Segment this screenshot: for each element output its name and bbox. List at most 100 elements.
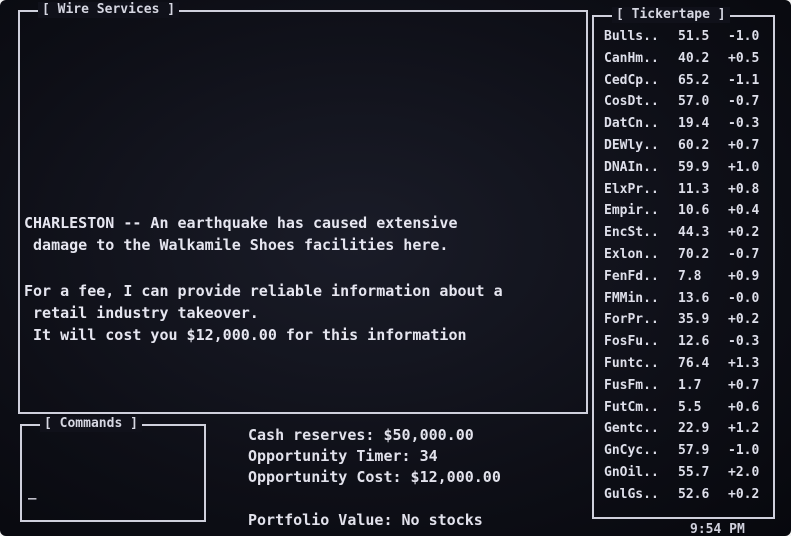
- ticker-symbol: Funtc..: [604, 356, 659, 371]
- ticker-change: +0.7: [728, 377, 760, 393]
- ticker-symbol: Bulls..: [604, 29, 659, 44]
- ticker-symbol: GnOil..: [604, 465, 659, 480]
- ticker-change: +2.0: [728, 465, 760, 480]
- ticker-row: DNAIn.. 59.9 +1.0: [604, 158, 774, 178]
- ticker-row: CedCp.. 65.2 -1.1: [604, 71, 774, 91]
- terminal-screen: [ Wire Services ] CHARLESTON -- An earth…: [0, 0, 791, 536]
- ticker-row: Bulls.. 51.5 -1.0: [604, 27, 774, 47]
- ticker-price: 51.5: [678, 29, 710, 44]
- ticker-price: 60.2: [678, 138, 710, 153]
- ticker-symbol: GulGs..: [604, 486, 659, 502]
- ticker-price: 44.3: [678, 225, 710, 241]
- ticker-change: -0.7: [728, 247, 760, 262]
- ticker-price: 35.9: [678, 312, 710, 328]
- ticker-symbol: EncSt..: [604, 225, 659, 241]
- ticker-price: 76.4: [678, 356, 710, 371]
- ticker-row: FMMin.. 13.6 -0.0: [604, 289, 774, 309]
- portfolio-value: Portfolio Value: No stocks: [248, 511, 483, 529]
- ticker-price: 65.2: [678, 72, 710, 88]
- ticker-change: +0.6: [728, 399, 760, 415]
- ticker-change: +1.0: [728, 159, 760, 175]
- ticker-row: Exlon.. 70.2 -0.7: [604, 245, 774, 265]
- ticker-symbol: DatCn..: [604, 116, 659, 132]
- ticker-change: -0.3: [728, 334, 760, 350]
- ticker-change: -0.7: [728, 94, 760, 110]
- ticker-price: 57.9: [678, 443, 710, 459]
- ticker-symbol: DNAIn..: [604, 159, 659, 175]
- ticker-symbol: FenFd..: [604, 268, 659, 284]
- ticker-price: 59.9: [678, 159, 710, 175]
- ticker-symbol: FutCm..: [604, 399, 659, 415]
- ticker-price: 70.2: [678, 247, 710, 262]
- ticker-price: 55.7: [678, 465, 710, 480]
- ticker-row: DatCn.. 19.4 -0.3: [604, 114, 774, 134]
- ticker-change: -1.1: [728, 72, 760, 88]
- ticker-symbol: Gentc..: [604, 421, 659, 437]
- ticker-row: ForPr.. 35.9 +0.2: [604, 310, 774, 330]
- ticker-row: DEWly.. 60.2 +0.7: [604, 136, 774, 156]
- ticker-price: 22.9: [678, 421, 710, 437]
- ticker-change: +0.5: [728, 50, 760, 66]
- ticker-change: -1.0: [728, 443, 760, 459]
- ticker-row: EncSt.. 44.3 +0.2: [604, 223, 774, 243]
- ticker-change: -0.3: [728, 116, 760, 132]
- command-prompt-cursor[interactable]: _: [28, 484, 36, 500]
- ticker-price: 11.3: [678, 181, 710, 197]
- offer-message-line3: It will cost you $12,000.00 for this inf…: [24, 326, 467, 344]
- opportunity-timer: Opportunity Timer: 34: [248, 447, 438, 465]
- ticker-price: 12.6: [678, 334, 710, 350]
- ticker-symbol: GnCyc..: [604, 443, 659, 459]
- ticker-symbol: CanHm..: [604, 50, 659, 66]
- tickertape-title: [ Tickertape ]: [612, 7, 730, 23]
- ticker-symbol: FMMin..: [604, 290, 659, 306]
- ticker-price: 57.0: [678, 94, 710, 110]
- offer-message-line2: retail industry takeover.: [24, 304, 259, 322]
- ticker-change: +0.2: [728, 225, 760, 241]
- ticker-change: +0.8: [728, 181, 760, 197]
- ticker-price: 10.6: [678, 203, 710, 219]
- wire-services-title: [ Wire Services ]: [38, 2, 180, 18]
- ticker-change: -1.0: [728, 29, 760, 44]
- opportunity-cost: Opportunity Cost: $12,000.00: [248, 468, 501, 486]
- ticker-symbol: ElxPr..: [604, 181, 659, 197]
- ticker-price: 7.8: [678, 268, 702, 284]
- ticker-row: CanHm.. 40.2 +0.5: [604, 49, 774, 69]
- commands-title: [ Commands ]: [40, 416, 142, 432]
- ticker-change: +1.2: [728, 421, 760, 437]
- commands-panel[interactable]: [ Commands ] _: [20, 416, 206, 522]
- ticker-symbol: DEWly..: [604, 138, 659, 153]
- ticker-change: +0.2: [728, 486, 760, 502]
- ticker-symbol: Empir..: [604, 203, 659, 219]
- ticker-row: FusFm.. 1.7 +0.7: [604, 376, 774, 396]
- ticker-row: Empir.. 10.6 +0.4: [604, 201, 774, 221]
- ticker-row: FenFd.. 7.8 +0.9: [604, 267, 774, 287]
- cash-reserves: Cash reserves: $50,000.00: [248, 426, 474, 444]
- ticker-symbol: CedCp..: [604, 72, 659, 88]
- ticker-change: +0.7: [728, 138, 760, 153]
- ticker-symbol: ForPr..: [604, 312, 659, 328]
- ticker-row: FosFu.. 12.6 -0.3: [604, 332, 774, 352]
- ticker-change: +0.4: [728, 203, 760, 219]
- ticker-row: CosDt.. 57.0 -0.7: [604, 92, 774, 112]
- tickertape-panel: [ Tickertape ] Bulls.. 51.5 -1.0 CanHm.. 40.…: [592, 7, 775, 519]
- ticker-symbol: CosDt..: [604, 94, 659, 110]
- ticker-price: 40.2: [678, 50, 710, 66]
- ticker-change: -0.0: [728, 290, 760, 306]
- clock: 9:54 PM: [690, 522, 745, 536]
- ticker-symbol: FusFm..: [604, 377, 659, 393]
- ticker-price: 19.4: [678, 116, 710, 132]
- ticker-price: 1.7: [678, 377, 702, 393]
- ticker-row: Gentc.. 22.9 +1.2: [604, 419, 774, 439]
- offer-message-line1: For a fee, I can provide reliable inform…: [24, 282, 503, 300]
- ticker-row: GnCyc.. 57.9 -1.0: [604, 441, 774, 461]
- ticker-row: FutCm.. 5.5 +0.6: [604, 398, 774, 418]
- wire-services-panel: [ Wire Services ] CHARLESTON -- An earth…: [18, 2, 588, 414]
- news-headline-line2: damage to the Walkamile Shoes facilities…: [24, 236, 449, 254]
- ticker-change: +0.2: [728, 312, 760, 328]
- ticker-change: +1.3: [728, 356, 760, 371]
- ticker-row: Funtc.. 76.4 +1.3: [604, 354, 774, 374]
- ticker-row: GulGs.. 52.6 +0.2: [604, 485, 774, 505]
- ticker-row: ElxPr.. 11.3 +0.8: [604, 180, 774, 200]
- ticker-price: 52.6: [678, 486, 710, 502]
- ticker-symbol: Exlon..: [604, 247, 659, 262]
